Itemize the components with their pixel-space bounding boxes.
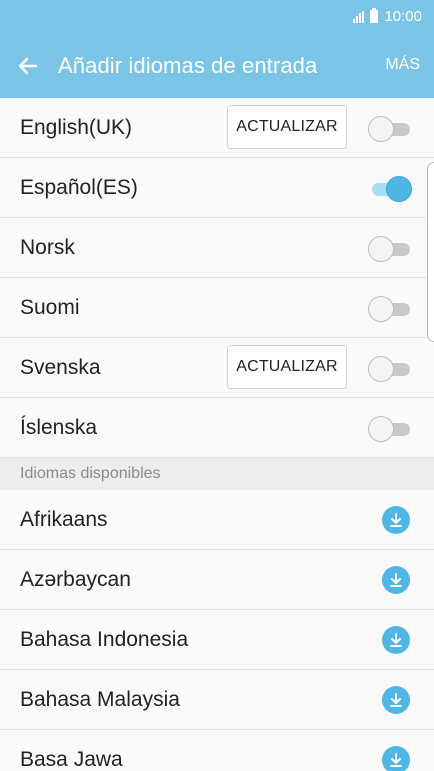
language-label: Suomi <box>20 296 80 319</box>
language-toggle[interactable] <box>368 356 412 382</box>
language-toggle[interactable] <box>368 176 412 202</box>
app-bar: Añadir idiomas de entrada MÁS <box>0 34 434 98</box>
update-button[interactable]: ACTUALIZAR <box>227 105 347 149</box>
available-language-row[interactable]: Basa Jawa <box>0 730 434 771</box>
available-language-row[interactable]: Bahasa Malaysia <box>0 670 434 730</box>
available-language-row[interactable]: Afrikaans <box>0 490 434 550</box>
language-row-svenska[interactable]: Svenska ACTUALIZAR <box>0 338 434 398</box>
language-row-espanol-es[interactable]: Español(ES) <box>0 158 434 218</box>
more-button[interactable]: MÁS <box>385 56 420 74</box>
language-label: Norsk <box>20 236 75 259</box>
download-icon[interactable] <box>382 746 410 771</box>
status-indicators: 10:00 <box>353 8 422 25</box>
language-list: English(UK) ACTUALIZAR Español(ES) Norsk… <box>0 98 434 771</box>
update-button[interactable]: ACTUALIZAR <box>227 345 347 389</box>
battery-icon <box>370 8 379 23</box>
download-icon[interactable] <box>382 626 410 654</box>
language-row-english-uk[interactable]: English(UK) ACTUALIZAR <box>0 98 434 158</box>
signal-icon <box>353 10 365 23</box>
language-toggle[interactable] <box>368 296 412 322</box>
language-row-norsk[interactable]: Norsk <box>0 218 434 278</box>
page-title: Añadir idiomas de entrada <box>58 53 318 78</box>
status-time: 10:00 <box>384 8 422 25</box>
download-icon[interactable] <box>382 506 410 534</box>
language-toggle[interactable] <box>368 236 412 262</box>
language-toggle[interactable] <box>368 416 412 442</box>
language-label: Azərbaycan <box>20 568 131 591</box>
back-arrow-icon[interactable] <box>14 52 42 80</box>
language-label: Bahasa Malaysia <box>20 688 180 711</box>
language-label: Basa Jawa <box>20 748 123 771</box>
status-bar: 10:00 <box>0 0 434 34</box>
language-label: Bahasa Indonesia <box>20 628 189 651</box>
language-label: Español(ES) <box>20 176 138 199</box>
language-row-islenska[interactable]: Íslenska <box>0 398 434 458</box>
download-icon[interactable] <box>382 566 410 594</box>
language-label: Afrikaans <box>20 508 108 531</box>
language-toggle[interactable] <box>368 116 412 142</box>
language-label: Svenska <box>20 356 101 379</box>
language-row-suomi[interactable]: Suomi <box>0 278 434 338</box>
available-language-row[interactable]: Bahasa Indonesia <box>0 610 434 670</box>
language-label: Íslenska <box>20 416 98 439</box>
language-label: English(UK) <box>20 116 133 139</box>
section-header-available: Idiomas disponibles <box>0 458 434 490</box>
available-language-row[interactable]: Azərbaycan <box>0 550 434 610</box>
scroll-handle[interactable] <box>427 162 434 342</box>
download-icon[interactable] <box>382 686 410 714</box>
